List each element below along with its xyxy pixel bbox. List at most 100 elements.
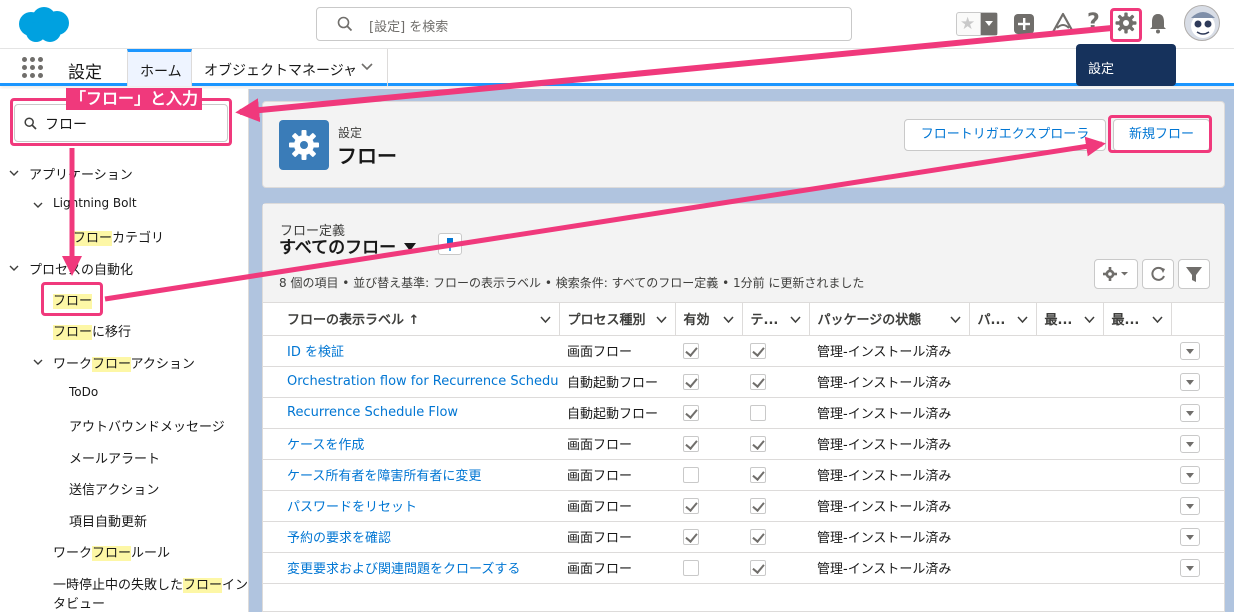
last-modified-by-cell bbox=[1036, 521, 1103, 553]
last-modified-date-cell bbox=[1103, 335, 1171, 367]
row-spacer bbox=[263, 490, 279, 522]
chevron-down-icon[interactable] bbox=[1016, 314, 1028, 325]
tree-item-applications[interactable]: アプリケーション bbox=[29, 164, 133, 183]
flow-label-link[interactable]: Recurrence Schedule Flow bbox=[279, 397, 559, 429]
favorites-dropdown-icon[interactable] bbox=[980, 13, 997, 35]
flow-label-link[interactable]: ケース所有者を障害所有者に変更 bbox=[279, 459, 559, 491]
annotation-box-gear bbox=[1110, 8, 1142, 42]
tree-item-workflow-actions[interactable]: ワークフローアクション bbox=[53, 353, 195, 372]
row-action-dropdown-icon[interactable] bbox=[1180, 558, 1200, 577]
column-header-package[interactable]: パ... bbox=[969, 303, 1037, 336]
row-action-dropdown-icon[interactable] bbox=[1180, 434, 1200, 453]
refresh-icon bbox=[1151, 266, 1165, 281]
trailhead-icon[interactable] bbox=[1051, 12, 1075, 36]
process-type-cell: 画面フロー bbox=[559, 459, 675, 491]
column-header-package-state[interactable]: パッケージの状態 bbox=[809, 303, 970, 336]
table-row: 予約の要求を確認 画面フロー 管理-インストール済み bbox=[263, 521, 1224, 553]
setup-sidebar: アプリケーション Lightning Bolt フローカテゴリ プロセスの自動化… bbox=[0, 89, 249, 612]
column-header-active[interactable]: 有効 bbox=[675, 303, 743, 336]
row-action-dropdown-icon[interactable] bbox=[1180, 372, 1200, 391]
chevron-down-icon[interactable] bbox=[33, 357, 43, 367]
last-modified-by-cell bbox=[1036, 428, 1103, 460]
tree-item-label: カテゴリ bbox=[112, 231, 165, 246]
tree-item-workflow-rules[interactable]: ワークフロールール bbox=[53, 542, 170, 561]
pin-button[interactable] bbox=[438, 233, 462, 255]
row-action-dropdown-icon[interactable] bbox=[1180, 527, 1200, 546]
favorites-button[interactable]: ★ bbox=[956, 12, 998, 36]
list-view-selector[interactable]: すべてのフロー bbox=[279, 233, 417, 258]
user-avatar[interactable] bbox=[1184, 5, 1220, 41]
flow-label-link[interactable]: 予約の要求を確認 bbox=[279, 521, 559, 553]
refresh-button[interactable] bbox=[1142, 259, 1174, 289]
chevron-down-icon[interactable] bbox=[1083, 314, 1095, 325]
add-icon[interactable] bbox=[1013, 13, 1035, 35]
flow-trigger-explorer-button[interactable]: フロートリガエクスプローラ bbox=[904, 119, 1106, 151]
column-header-last-modified-date[interactable]: 最... bbox=[1103, 303, 1172, 336]
tree-item-email-alerts[interactable]: メールアラート bbox=[69, 448, 160, 467]
list-settings-button[interactable] bbox=[1094, 259, 1138, 289]
flow-label-link[interactable]: ID を検証 bbox=[279, 335, 559, 367]
tree-item-paused-flow-interviews-cont: タビュー bbox=[53, 593, 105, 612]
chevron-down-icon[interactable] bbox=[722, 314, 734, 325]
active-cell bbox=[675, 552, 742, 584]
help-icon[interactable]: ? bbox=[1087, 10, 1100, 35]
column-header-process-type[interactable]: プロセス種別 bbox=[559, 303, 676, 336]
tree-item-process-automation[interactable]: プロセスの自動化 bbox=[29, 259, 133, 278]
flow-label-link[interactable]: ケースを作成 bbox=[279, 428, 559, 460]
package-cell bbox=[969, 521, 1036, 553]
tree-item-field-updates[interactable]: 項目自動更新 bbox=[69, 511, 147, 530]
flow-label-link[interactable]: 変更要求および関連問題をクローズする bbox=[279, 552, 559, 584]
tree-item-label: 項目自動更新 bbox=[69, 515, 148, 530]
column-header-template[interactable]: テ... bbox=[742, 303, 810, 336]
chevron-down-icon[interactable] bbox=[655, 314, 667, 325]
chevron-down-icon[interactable] bbox=[539, 314, 551, 325]
bell-icon[interactable] bbox=[1148, 12, 1168, 34]
tree-item-outbound-messages[interactable]: アウトバウンドメッセージ bbox=[69, 416, 225, 435]
app-launcher-icon[interactable] bbox=[22, 57, 44, 79]
template-checkbox bbox=[750, 466, 766, 483]
row-action-dropdown-icon[interactable] bbox=[1180, 403, 1200, 422]
template-cell bbox=[742, 490, 809, 522]
tab-home[interactable]: ホーム bbox=[127, 49, 192, 86]
flow-label-link[interactable]: パスワードをリセット bbox=[279, 490, 559, 522]
tree-item-send-actions[interactable]: 送信アクション bbox=[69, 479, 159, 498]
tab-object-manager[interactable]: オブジェクトマネージャ bbox=[193, 49, 388, 86]
tree-item-todo[interactable]: ToDo bbox=[69, 385, 98, 399]
table-row: ケースを作成 画面フロー 管理-インストール済み bbox=[263, 428, 1224, 460]
tree-item-flow-category[interactable]: フローカテゴリ bbox=[73, 227, 164, 246]
page-header: 設定 フロー フロートリガエクスプローラ 新規フロー bbox=[262, 101, 1225, 188]
setup-nav-bar: 設定 ホーム オブジェクトマネージャ bbox=[0, 49, 1234, 86]
chevron-down-icon[interactable] bbox=[33, 200, 43, 210]
flow-label-link[interactable]: Orchestration flow for Recurrence Schedu… bbox=[279, 366, 559, 398]
row-action-dropdown-icon[interactable] bbox=[1180, 496, 1200, 515]
row-spacer bbox=[263, 521, 279, 553]
app-name: 設定 bbox=[68, 63, 102, 83]
chevron-down-icon[interactable] bbox=[361, 61, 373, 73]
tree-item-lightning-bolt[interactable]: Lightning Bolt bbox=[53, 196, 137, 210]
chevron-down-icon[interactable] bbox=[9, 263, 19, 273]
global-search[interactable]: [設定] を検索 bbox=[316, 7, 852, 41]
row-spacer bbox=[263, 397, 279, 429]
template-cell bbox=[742, 397, 809, 429]
package-cell bbox=[969, 552, 1036, 584]
annotation-callout: 「フロー」と入力 bbox=[66, 88, 203, 110]
salesforce-logo[interactable] bbox=[14, 5, 74, 45]
tree-item-migrate-to-flow[interactable]: フローに移行 bbox=[53, 321, 131, 340]
chevron-down-icon[interactable] bbox=[1151, 314, 1163, 325]
chevron-down-icon[interactable] bbox=[949, 314, 961, 325]
column-header-last-modified-by[interactable]: 最... bbox=[1036, 303, 1104, 336]
column-header-flow-label[interactable]: フローの表示ラベル ↑ bbox=[279, 303, 560, 336]
tree-item-label: ワーク bbox=[53, 357, 93, 372]
template-checkbox bbox=[750, 342, 766, 359]
active-cell bbox=[675, 397, 742, 429]
tree-item-paused-flow-interviews[interactable]: 一時停止中の失敗したフローイン bbox=[53, 574, 248, 593]
row-action-dropdown-icon[interactable] bbox=[1180, 465, 1200, 484]
chevron-down-icon[interactable] bbox=[789, 314, 801, 325]
chevron-down-icon[interactable] bbox=[9, 168, 19, 178]
row-action-dropdown-icon[interactable] bbox=[1180, 341, 1200, 360]
filter-button[interactable] bbox=[1178, 259, 1210, 289]
last-modified-date-cell bbox=[1103, 366, 1171, 398]
package-state-cell: 管理-インストール済み bbox=[809, 552, 969, 584]
tree-item-label: アプリケーション bbox=[29, 168, 133, 183]
row-spacer bbox=[263, 335, 279, 367]
